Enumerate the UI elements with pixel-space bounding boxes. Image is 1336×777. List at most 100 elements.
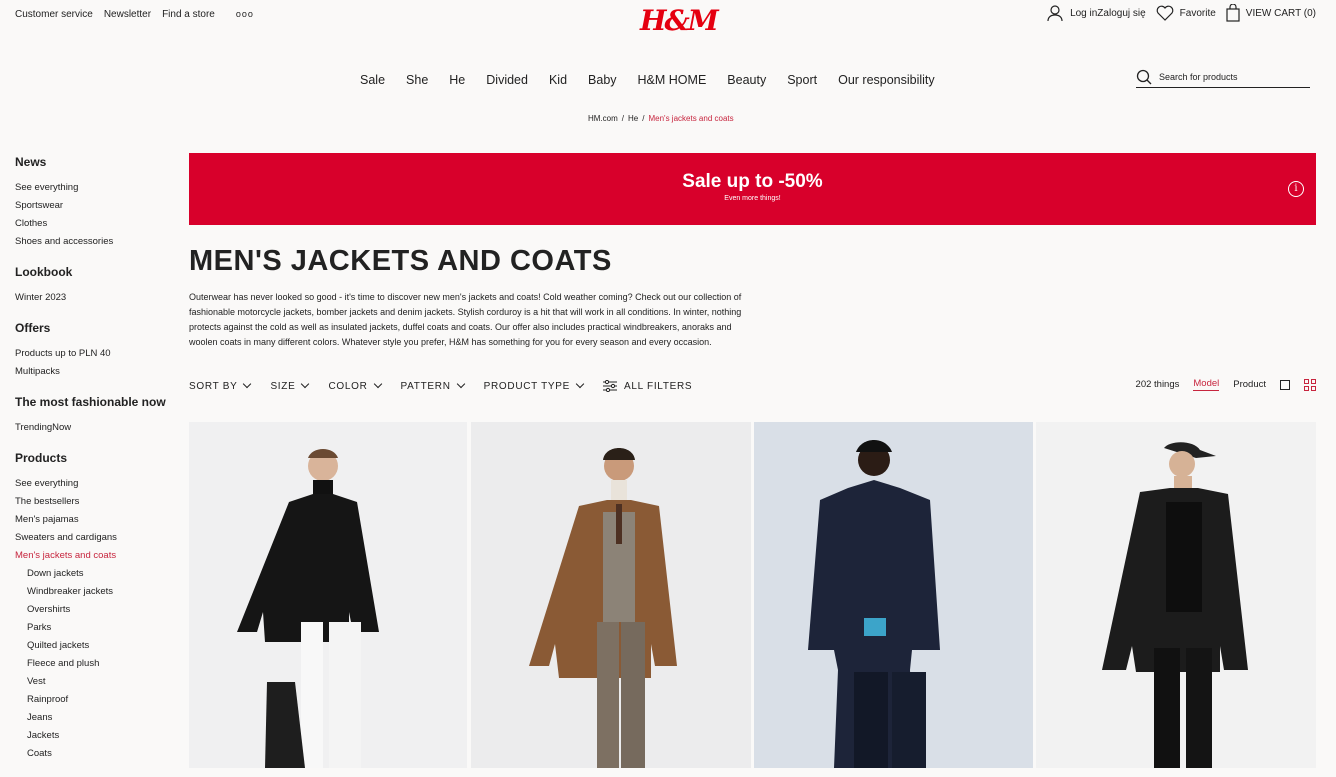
sidebar-subitem-windbreaker[interactable]: Windbreaker jackets: [15, 583, 180, 601]
sidebar-subitem-vest[interactable]: Vest: [15, 673, 180, 691]
product-image: [237, 449, 379, 768]
pattern-filter[interactable]: PATTERN: [401, 379, 465, 392]
breadcrumb: HM.com / He / Men's jackets and coats: [588, 114, 734, 123]
filter-label: PRODUCT TYPE: [483, 380, 571, 392]
filter-label: SIZE: [270, 380, 296, 392]
sort-by-filter[interactable]: SORT BY: [189, 379, 252, 392]
chevron-down-icon: [575, 379, 585, 389]
nav-she[interactable]: She: [406, 73, 428, 87]
product-card[interactable]: [189, 422, 467, 768]
page-title: MEN'S JACKETS AND COATS: [189, 245, 612, 277]
result-count: 202 things: [1135, 379, 1180, 390]
product-view-toggle[interactable]: Product: [1233, 379, 1266, 390]
sidebar-group-products: Products See everything The bestsellers …: [15, 451, 180, 763]
sidebar-item-pajamas[interactable]: Men's pajamas: [15, 511, 180, 529]
nav-baby[interactable]: Baby: [588, 73, 617, 87]
nav-beauty[interactable]: Beauty: [727, 73, 766, 87]
nav-sale[interactable]: Sale: [360, 73, 385, 87]
sidebar-item-sweaters[interactable]: Sweaters and cardigans: [15, 529, 180, 547]
breadcrumb-he[interactable]: He: [628, 114, 638, 123]
product-image: [1102, 442, 1248, 768]
sidebar-item-jackets-coats[interactable]: Men's jackets and coats: [15, 547, 180, 565]
single-column-icon[interactable]: [1280, 379, 1290, 390]
sidebar-subitem-jackets[interactable]: Jackets: [15, 727, 180, 745]
sidebar-group-offers: Offers Products up to PLN 40 Multipacks: [15, 321, 180, 381]
sidebar-item-winter[interactable]: Winter 2023: [15, 289, 180, 307]
sidebar-heading: Lookbook: [15, 265, 73, 279]
favorites-button[interactable]: Favorite: [1156, 5, 1216, 21]
breadcrumb-current: Men's jackets and coats: [648, 114, 734, 123]
sidebar: News See everything Sportswear Clothes S…: [15, 155, 180, 777]
sidebar-item-clothes[interactable]: Clothes: [15, 215, 180, 233]
sidebar-item-see-everything[interactable]: See everything: [15, 475, 180, 493]
cart-label: VIEW CART (0): [1245, 7, 1316, 19]
sidebar-item-see-everything[interactable]: See everything: [15, 179, 180, 197]
cart-button[interactable]: VIEW CART (0): [1226, 4, 1316, 22]
sidebar-subitem-coats[interactable]: Coats: [15, 745, 180, 763]
find-store-link[interactable]: Find a store: [162, 9, 215, 20]
login-button[interactable]: Log inZaloguj się: [1046, 4, 1146, 22]
all-filters-label: ALL FILTERS: [624, 380, 693, 392]
nav-responsibility[interactable]: Our responsibility: [838, 73, 935, 87]
filter-label: COLOR: [328, 380, 368, 392]
sidebar-heading: The most fashionable now: [15, 395, 166, 409]
sidebar-item-bestsellers[interactable]: The bestsellers: [15, 493, 180, 511]
banner-title: Sale up to -50%: [682, 171, 823, 192]
color-filter[interactable]: COLOR: [328, 379, 382, 392]
filter-label: SORT BY: [189, 380, 238, 392]
sidebar-group-fashionable: The most fashionable now TrendingNow: [15, 395, 180, 437]
sidebar-group-news: News See everything Sportswear Clothes S…: [15, 155, 180, 251]
product-card[interactable]: [471, 422, 751, 768]
nav-divided[interactable]: Divided: [486, 73, 528, 87]
breadcrumb-separator: /: [642, 114, 645, 123]
sidebar-item-products-40[interactable]: Products up to PLN 40: [15, 345, 180, 363]
sidebar-group-lookbook: Lookbook Winter 2023: [15, 265, 180, 307]
more-icon[interactable]: ooo: [236, 9, 254, 20]
size-filter[interactable]: SIZE: [270, 379, 310, 392]
product-image: [808, 440, 940, 768]
sidebar-heading: Products: [15, 451, 68, 465]
chevron-down-icon: [243, 379, 252, 389]
sliders-icon: [603, 380, 618, 392]
heart-icon: [1156, 5, 1174, 21]
nav-sport[interactable]: Sport: [787, 73, 817, 87]
breadcrumb-home[interactable]: HM.com: [588, 114, 618, 123]
nav-he[interactable]: He: [449, 73, 465, 87]
bag-icon: [1226, 4, 1240, 22]
all-filters-button[interactable]: ALL FILTERS: [603, 380, 692, 392]
sidebar-subitem-parks[interactable]: Parks: [15, 619, 180, 637]
sidebar-subitem-jeans[interactable]: Jeans: [15, 709, 180, 727]
product-card[interactable]: [1036, 422, 1316, 768]
product-type-filter[interactable]: PRODUCT TYPE: [483, 379, 585, 392]
sale-banner[interactable]: Sale up to -50% Even more things! i: [189, 153, 1316, 225]
nav-hm-home[interactable]: H&M HOME: [638, 73, 707, 87]
favorite-label: Favorite: [1179, 7, 1216, 19]
search-input[interactable]: [1159, 71, 1299, 82]
sidebar-item-sportswear[interactable]: Sportswear: [15, 197, 180, 215]
customer-service-link[interactable]: Customer service: [15, 9, 93, 20]
grid-view-icon[interactable]: [1304, 378, 1316, 391]
sidebar-item-multipacks[interactable]: Multipacks: [15, 363, 180, 381]
sidebar-subitem-down-jackets[interactable]: Down jackets: [15, 565, 180, 583]
sidebar-subitem-quilted[interactable]: Quilted jackets: [15, 637, 180, 655]
banner-subtitle: Even more things!: [724, 195, 781, 202]
breadcrumb-separator: /: [621, 114, 625, 123]
sidebar-subitem-fleece[interactable]: Fleece and plush: [15, 655, 180, 673]
chevron-down-icon: [301, 379, 310, 389]
sidebar-heading: Offers: [15, 321, 51, 335]
product-card[interactable]: [754, 422, 1033, 768]
sidebar-subitem-rainproof[interactable]: Rainproof: [15, 691, 180, 709]
sidebar-item-shoes[interactable]: Shoes and accessories: [15, 233, 180, 251]
page-description: Outerwear has never looked so good - it'…: [189, 292, 742, 347]
newsletter-link[interactable]: Newsletter: [104, 9, 151, 20]
nav-kid[interactable]: Kid: [549, 73, 567, 87]
account-area: Log inZaloguj się Favorite VIEW CART (0): [1042, 4, 1316, 22]
hm-logo[interactable]: H&M: [640, 4, 719, 37]
model-view-toggle[interactable]: Model: [1193, 378, 1220, 391]
info-icon[interactable]: i: [1288, 181, 1304, 197]
sidebar-subitem-overshirts[interactable]: Overshirts: [15, 601, 180, 619]
sidebar-heading: News: [15, 155, 47, 169]
product-image: [529, 448, 677, 768]
search-box: [1136, 66, 1310, 88]
sidebar-item-trending[interactable]: TrendingNow: [15, 419, 180, 437]
